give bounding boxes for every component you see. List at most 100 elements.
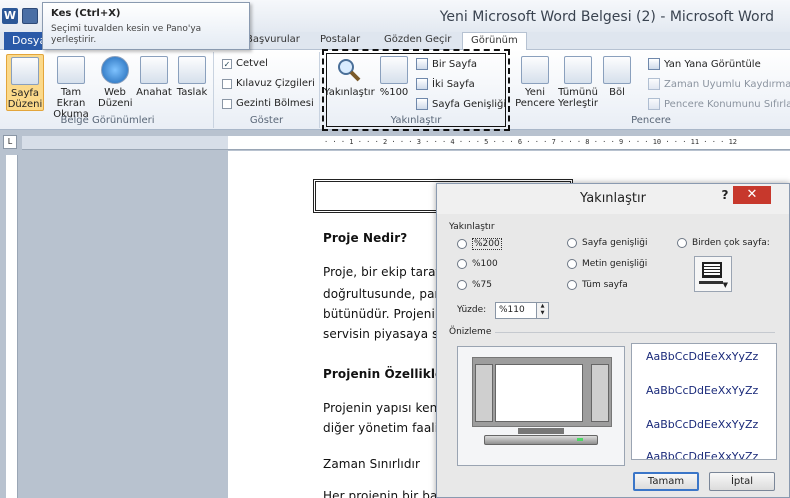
sample-text-box: AaBbCcDdEeXxYyZz AaBbCcDdEeXxYyZz AaBbCc… <box>631 343 777 460</box>
chevron-down-icon: ▼ <box>722 281 728 289</box>
two-pages-button[interactable]: İki Sayfa <box>416 78 475 90</box>
outline-icon <box>140 56 168 84</box>
page-100-icon <box>380 56 408 84</box>
gridlines-checkbox[interactable]: Kılavuz Çizgileri <box>222 78 315 89</box>
sample-text: AaBbCcDdEeXxYyZz <box>646 384 759 397</box>
tooltip-title: Kes (Ctrl+X) <box>51 8 121 19</box>
tab-review[interactable]: Gözden Geçir <box>384 34 451 45</box>
zoom-dialog: Yakınlaştır ? ✕ Yakınlaştır %200 %100 %7… <box>436 183 790 498</box>
arrange-all-label-1: Tümünü <box>558 87 598 98</box>
heading-project-features: Projenin Özellikler <box>323 367 450 381</box>
magnifier-icon <box>335 56 363 84</box>
gridlines-label: Kılavuz Çizgileri <box>236 78 315 89</box>
one-page-button[interactable]: Bir Sayfa <box>416 58 477 70</box>
tab-view[interactable]: Görünüm <box>462 32 527 51</box>
zoom-group-label: Yakınlaştır <box>449 222 495 232</box>
arrange-all-icon <box>564 56 592 84</box>
navigation-pane-checkbox[interactable]: Gezinti Bölmesi <box>222 98 314 109</box>
group-label-zoom: Yakınlaştır <box>390 115 442 126</box>
ruler-checkbox[interactable]: ✓ Cetvel <box>222 58 268 69</box>
web-layout-button[interactable]: Web Düzeni <box>98 54 133 109</box>
radio-whole-page[interactable]: Tüm sayfa <box>567 280 628 290</box>
sync-scroll-label: Zaman Uyumlu Kaydırma <box>664 78 790 90</box>
zoom-100-button[interactable]: %100 <box>378 54 410 98</box>
new-window-icon <box>521 56 549 84</box>
group-label-window: Pencere <box>631 115 671 126</box>
radio-whole-page-label: Tüm sayfa <box>582 280 628 290</box>
radio-many-pages[interactable]: Birden çok sayfa: <box>677 238 770 248</box>
paragraph-line: servisin piyasaya sü <box>323 327 447 341</box>
radio-page-width-label: Sayfa genişliği <box>582 238 648 248</box>
outline-label: Anahat <box>136 87 172 98</box>
split-button[interactable]: Böl <box>602 54 632 98</box>
radio-icon <box>567 238 577 248</box>
help-icon[interactable]: ? <box>717 186 733 204</box>
arrange-all-label-2: Yerleştir <box>558 98 598 109</box>
one-page-icon <box>416 58 428 70</box>
percent-spinner[interactable]: %110 ▲ ▼ <box>495 302 549 319</box>
page-layout-label-1: Sayfa <box>10 88 40 99</box>
save-icon[interactable] <box>22 8 38 24</box>
full-screen-reading-icon <box>57 56 85 84</box>
ruler-ticks: · · · 1 · · · 2 · · · 3 · · · 4 · · · 5 … <box>324 138 738 146</box>
zoom-label: Yakınlaştır <box>324 87 375 98</box>
group-zoom: Yakınlaştır %100 Bir Sayfa İki Sayfa Say… <box>322 52 510 128</box>
radio-text-width-label: Metin genişliği <box>582 259 648 269</box>
synchronous-scrolling-button[interactable]: Zaman Uyumlu Kaydırma <box>648 78 790 90</box>
two-pages-icon <box>416 78 428 90</box>
word-app-icon[interactable]: W <box>2 8 18 24</box>
tab-references[interactable]: Başvurular <box>246 34 300 45</box>
web-layout-icon <box>101 56 129 84</box>
group-show: ✓ Cetvel Kılavuz Çizgileri Gezinti Bölme… <box>214 52 320 128</box>
paragraph-line: bütünüdür. Projeni <box>323 307 435 321</box>
radio-icon <box>457 280 467 290</box>
two-pages-label: İki Sayfa <box>432 78 475 90</box>
radio-75[interactable]: %75 <box>457 280 492 290</box>
group-label-show: Göster <box>249 115 284 126</box>
radio-100[interactable]: %100 <box>457 259 498 269</box>
side-by-side-button[interactable]: Yan Yana Görüntüle <box>648 58 761 70</box>
many-pages-dropdown[interactable]: ▼ <box>694 256 732 292</box>
paragraph-line: Projenin yapısı kenc <box>323 401 445 415</box>
ok-button[interactable]: Tamam <box>633 472 699 491</box>
outline-button[interactable]: Anahat <box>136 54 172 98</box>
preview-monitor-base <box>484 435 598 445</box>
full-screen-label-1: Tam Ekran <box>56 87 86 109</box>
horizontal-ruler[interactable]: · · · 1 · · · 2 · · · 3 · · · 4 · · · 5 … <box>228 136 790 150</box>
cancel-button[interactable]: İptal <box>709 472 775 491</box>
tooltip-body: Seçimi tuvalden kesin ve Pano'ya yerleşt… <box>51 24 202 45</box>
sync-scroll-icon <box>648 78 660 90</box>
quick-access-toolbar: W <box>2 8 38 24</box>
radio-icon <box>567 280 577 290</box>
page-layout-button[interactable]: Sayfa Düzeni <box>6 54 44 111</box>
preview-monitor-icon <box>472 357 612 427</box>
group-window: Yeni Pencere Tümünü Yerleştir Böl Yan Ya… <box>512 52 790 128</box>
close-button[interactable]: ✕ <box>733 186 771 204</box>
spinner-arrows-icon[interactable]: ▲ ▼ <box>536 303 548 318</box>
preview-side-page <box>475 364 493 422</box>
tab-mailings[interactable]: Postalar <box>320 34 360 45</box>
draft-button[interactable]: Taslak <box>174 54 210 98</box>
group-document-views: Sayfa Düzeni Tam Ekran Okuma Web Düzeni … <box>2 52 214 128</box>
arrange-all-button[interactable]: Tümünü Yerleştir <box>558 54 598 109</box>
subheading-time-limited: Zaman Sınırlıdır <box>323 457 421 471</box>
vertical-ruler[interactable] <box>6 155 18 498</box>
page-width-button[interactable]: Sayfa Genişliği <box>416 98 506 110</box>
monitor-stand-icon <box>699 281 723 284</box>
preview-label: Önizleme <box>449 327 492 337</box>
preview-side-page <box>591 364 609 422</box>
radio-page-width[interactable]: Sayfa genişliği <box>567 238 647 248</box>
page-layout-icon <box>11 57 39 85</box>
sample-text: AaBbCcDdEeXxYyZz <box>646 350 759 363</box>
reset-position-icon <box>648 98 660 110</box>
new-window-button[interactable]: Yeni Pencere <box>514 54 556 109</box>
radio-text-width[interactable]: Metin genişliği <box>567 259 647 269</box>
radio-200[interactable]: %200 <box>457 238 502 250</box>
zoom-button[interactable]: Yakınlaştır <box>324 54 375 98</box>
full-screen-reading-button[interactable]: Tam Ekran Okuma <box>48 54 94 120</box>
group-label-document-views: Belge Görünümleri <box>60 115 155 126</box>
window-title: Yeni Microsoft Word Belgesi (2) - Micros… <box>439 9 774 25</box>
reset-window-position-button[interactable]: Pencere Konumunu Sıfırla <box>648 98 790 110</box>
reset-position-label: Pencere Konumunu Sıfırla <box>664 98 790 110</box>
tab-selector-icon[interactable]: L <box>3 135 17 149</box>
